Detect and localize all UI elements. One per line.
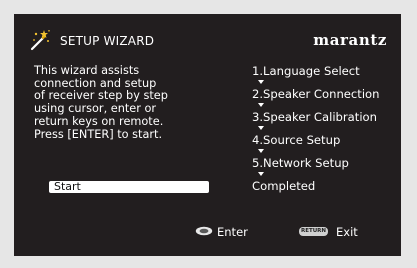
exit-label: Exit xyxy=(336,225,358,239)
step-language-select: 1.Language Select xyxy=(252,64,360,78)
step-arrow-icon xyxy=(258,103,264,107)
setup-wizard-screen: SETUP WIZARD marantz This wizard assists… xyxy=(14,14,401,256)
step-network-setup: 5.Network Setup xyxy=(252,156,349,170)
step-arrow-icon xyxy=(258,172,264,176)
step-arrow-icon xyxy=(258,80,264,84)
step-completed: Completed xyxy=(252,179,316,193)
wizard-title: SETUP WIZARD xyxy=(60,34,155,48)
step-source-setup: 4.Source Setup xyxy=(252,133,341,147)
wizard-description: This wizard assists connection and setup… xyxy=(34,64,168,141)
step-arrow-icon xyxy=(258,126,264,130)
step-speaker-connection: 2.Speaker Connection xyxy=(252,87,380,101)
enter-button-icon xyxy=(195,226,213,236)
enter-label: Enter xyxy=(217,225,248,239)
step-speaker-calibration: 3.Speaker Calibration xyxy=(252,110,377,124)
brand-logo: marantz xyxy=(313,31,387,49)
step-arrow-icon xyxy=(258,149,264,153)
return-button-icon: RETURN xyxy=(299,227,328,236)
magic-wand-icon xyxy=(30,30,50,51)
start-button[interactable]: Start xyxy=(49,181,209,193)
